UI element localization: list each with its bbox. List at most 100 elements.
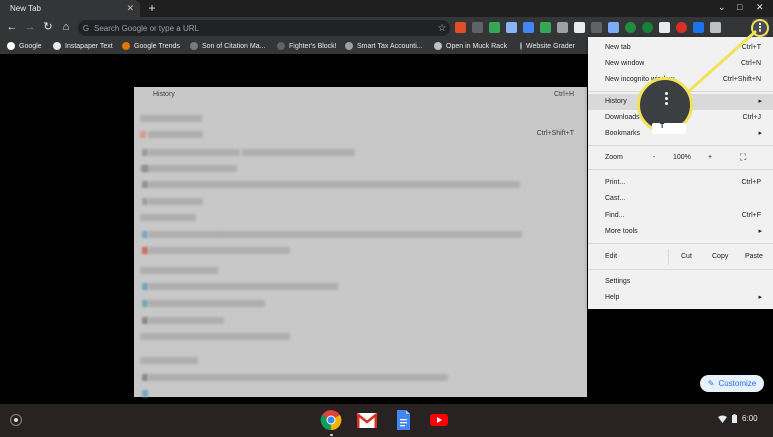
menu-item-settings[interactable]: Settings bbox=[588, 274, 773, 290]
back-icon[interactable]: ← bbox=[5, 20, 19, 34]
history-row-blurred[interactable] bbox=[148, 317, 224, 324]
extension-icon[interactable] bbox=[676, 22, 687, 33]
history-row-blurred[interactable] bbox=[242, 149, 355, 156]
clock-time: 6:00 bbox=[742, 414, 758, 423]
history-header[interactable]: History Ctrl+H bbox=[134, 87, 587, 103]
favicon-blurred bbox=[142, 390, 148, 397]
tab-close-icon[interactable]: ✕ bbox=[126, 3, 134, 14]
history-row-blurred[interactable] bbox=[218, 231, 522, 238]
extension-icon[interactable] bbox=[591, 22, 602, 33]
history-title: History bbox=[153, 91, 175, 98]
bookmark-google[interactable]: Google bbox=[7, 42, 42, 50]
citation-icon bbox=[190, 42, 198, 50]
close-window-icon[interactable]: ✕ bbox=[756, 2, 764, 13]
fullscreen-icon[interactable]: ⛶ bbox=[740, 152, 746, 163]
extension-icon[interactable] bbox=[710, 22, 721, 33]
more-vert-icon bbox=[664, 92, 670, 107]
text-cursor-icon: T bbox=[660, 123, 665, 130]
zoom-level: 100% bbox=[673, 154, 691, 161]
reload-icon[interactable]: ↻ bbox=[41, 20, 55, 34]
customize-button[interactable]: ✎ Customize bbox=[700, 375, 764, 392]
extension-icon[interactable] bbox=[574, 22, 585, 33]
history-row-blurred[interactable] bbox=[140, 333, 290, 340]
history-row-blurred[interactable] bbox=[148, 231, 220, 238]
gmail-icon[interactable] bbox=[356, 409, 378, 431]
page-icon bbox=[520, 42, 522, 50]
extension-icon[interactable] bbox=[625, 22, 636, 33]
history-row-blurred[interactable] bbox=[148, 247, 290, 254]
history-row-blurred[interactable] bbox=[148, 198, 203, 205]
menu-divider bbox=[588, 269, 773, 270]
paste-button[interactable]: Paste bbox=[745, 253, 763, 260]
menu-item-help[interactable]: Help ▸ bbox=[588, 290, 773, 306]
history-row-blurred[interactable] bbox=[140, 214, 196, 221]
vertical-divider bbox=[668, 249, 669, 265]
zoom-in-button[interactable]: + bbox=[708, 154, 712, 161]
omnibox[interactable]: G ☆ bbox=[78, 20, 450, 36]
bookmark-google-trends[interactable]: Google Trends bbox=[122, 42, 180, 50]
instapaper-icon bbox=[53, 42, 61, 50]
bookmark-website-grader[interactable]: Website Grader bbox=[520, 42, 575, 50]
docs-icon[interactable] bbox=[392, 409, 414, 431]
omnibox-input[interactable] bbox=[94, 23, 434, 33]
extension-icon[interactable] bbox=[455, 22, 466, 33]
history-shortcut: Ctrl+H bbox=[553, 91, 574, 98]
extension-icon[interactable] bbox=[506, 22, 517, 33]
history-row-blurred[interactable] bbox=[148, 374, 448, 381]
history-row-blurred[interactable] bbox=[140, 357, 198, 364]
history-row-blurred[interactable] bbox=[148, 149, 240, 156]
extension-icon[interactable] bbox=[472, 22, 483, 33]
youtube-icon[interactable] bbox=[428, 409, 450, 431]
bookmark-star-icon[interactable]: ☆ bbox=[434, 23, 450, 34]
new-tab-button[interactable]: + bbox=[146, 1, 158, 15]
forward-icon[interactable]: → bbox=[23, 20, 37, 34]
page-icon bbox=[345, 42, 353, 50]
history-row-blurred[interactable] bbox=[148, 283, 338, 290]
launcher-icon[interactable] bbox=[10, 414, 22, 426]
history-row-blurred[interactable] bbox=[148, 181, 520, 188]
menu-item-more-tools[interactable]: More tools ▸ bbox=[588, 224, 773, 240]
bookmark-muck-rack[interactable]: Open in Muck Rack bbox=[434, 42, 507, 50]
zoom-out-button[interactable]: - bbox=[653, 154, 655, 161]
minimize-icon[interactable]: ⌄ bbox=[718, 2, 726, 13]
history-row-blurred[interactable] bbox=[140, 115, 202, 122]
home-icon[interactable]: ⌂ bbox=[59, 20, 73, 34]
chrome-icon[interactable] bbox=[320, 409, 342, 431]
extension-icon[interactable] bbox=[608, 22, 619, 33]
favicon-blurred bbox=[142, 181, 148, 188]
chrome-menu-button[interactable]: ⋮ bbox=[752, 19, 768, 37]
menu-item-print[interactable]: Print... Ctrl+P bbox=[588, 175, 773, 191]
favicon-blurred bbox=[140, 131, 146, 138]
history-row-blurred[interactable] bbox=[140, 165, 237, 172]
bookmark-smart-tax[interactable]: Smart Tax Accounti... bbox=[345, 42, 423, 50]
cut-button[interactable]: Cut bbox=[681, 253, 692, 260]
bookmark-fighters-block[interactable]: Fighter's Block! bbox=[277, 42, 337, 50]
favicon-blurred bbox=[142, 165, 148, 172]
history-row-blurred[interactable] bbox=[148, 131, 203, 138]
extension-icon[interactable] bbox=[693, 22, 704, 33]
page-icon bbox=[277, 42, 285, 50]
tab-new-tab[interactable]: New Tab ✕ bbox=[0, 0, 140, 17]
extension-icon[interactable] bbox=[642, 22, 653, 33]
bookmark-citation[interactable]: Son of Citation Ma... bbox=[190, 42, 265, 50]
extension-icon[interactable] bbox=[540, 22, 551, 33]
system-tray[interactable]: 6:00 bbox=[718, 414, 758, 423]
maximize-icon[interactable]: □ bbox=[737, 2, 742, 12]
trends-icon bbox=[122, 42, 130, 50]
extension-icon[interactable] bbox=[489, 22, 500, 33]
menu-divider bbox=[588, 145, 773, 146]
copy-button[interactable]: Copy bbox=[712, 253, 728, 260]
google-icon bbox=[7, 42, 15, 50]
menu-item-new-window[interactable]: New window Ctrl+N bbox=[588, 56, 773, 72]
extension-icon[interactable] bbox=[557, 22, 568, 33]
history-row-blurred[interactable] bbox=[140, 267, 218, 274]
history-row-blurred[interactable] bbox=[148, 300, 265, 307]
chevron-right-icon: ▸ bbox=[758, 130, 762, 137]
menu-item-find[interactable]: Find... Ctrl+F bbox=[588, 208, 773, 224]
extension-icon[interactable] bbox=[659, 22, 670, 33]
extension-icon[interactable] bbox=[523, 22, 534, 33]
bookmark-instapaper[interactable]: Instapaper Text bbox=[53, 42, 113, 50]
menu-item-cast[interactable]: Cast... bbox=[588, 191, 773, 207]
menu-item-new-tab[interactable]: New tab Ctrl+T bbox=[588, 40, 773, 56]
menu-divider bbox=[588, 169, 773, 170]
